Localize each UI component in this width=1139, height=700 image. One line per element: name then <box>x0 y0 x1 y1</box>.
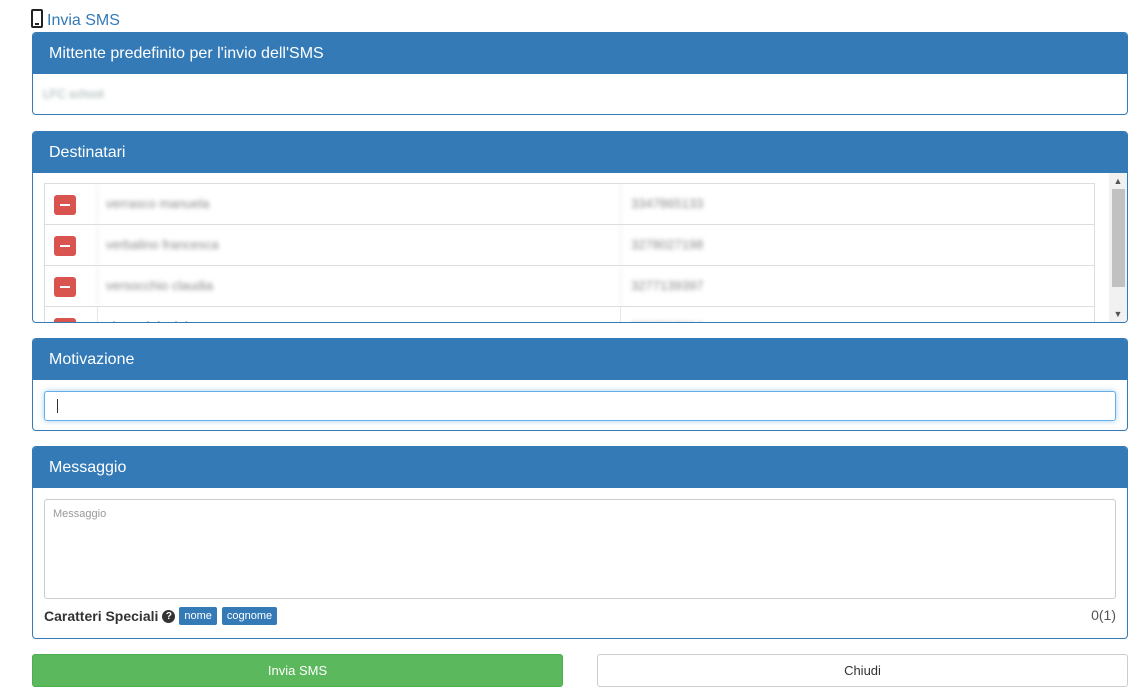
recipient-number: 3347865133 <box>631 196 704 211</box>
minus-icon <box>60 286 70 288</box>
tag-cognome[interactable]: cognome <box>221 607 278 625</box>
scroll-down-icon[interactable]: ▼ <box>1109 306 1127 322</box>
sender-panel: Mittente predefinito per l'invio dell'SM… <box>32 32 1128 115</box>
motivation-input[interactable] <box>44 391 1116 421</box>
table-row: versocchio claudia 3277139397 <box>45 266 1094 307</box>
table-row: verbalino francesca 3278027198 <box>45 225 1094 266</box>
message-textarea[interactable] <box>44 499 1116 599</box>
scrollbar-thumb[interactable] <box>1112 189 1125 287</box>
table-row: verrasco manuela 3347865133 <box>45 184 1094 225</box>
recipients-panel-heading: Destinatari <box>33 132 1127 173</box>
remove-recipient-button[interactable] <box>54 277 76 297</box>
minus-icon <box>60 204 70 206</box>
motivation-panel: Motivazione <box>32 338 1128 431</box>
table-row: visconti daniela 3332262614 <box>45 307 1094 322</box>
recipient-number: 3277139397 <box>631 278 704 293</box>
recipient-name: verrasco manuela <box>97 184 621 224</box>
send-sms-button[interactable]: Invia SMS <box>32 654 563 687</box>
special-characters: Caratteri Speciali ? nome cognome <box>44 606 282 626</box>
question-circle-icon[interactable]: ? <box>162 609 176 623</box>
minus-icon <box>60 245 70 247</box>
recipients-scrollbar[interactable]: ▲ ▼ <box>1109 173 1127 322</box>
text-caret <box>57 399 58 413</box>
mobile-phone-icon <box>31 9 43 28</box>
remove-recipient-button[interactable] <box>54 236 76 256</box>
recipient-name: versocchio claudia <box>97 266 621 306</box>
message-panel-heading: Messaggio <box>33 447 1127 488</box>
scroll-up-icon[interactable]: ▲ <box>1109 173 1127 189</box>
recipients-panel: Destinatari verrasco manuela 3347865133 … <box>32 131 1128 323</box>
close-button[interactable]: Chiudi <box>597 654 1128 687</box>
remove-recipient-button[interactable] <box>54 195 76 215</box>
tag-nome[interactable]: nome <box>179 607 217 625</box>
recipient-number: 3278027198 <box>631 237 704 252</box>
special-characters-label: Caratteri Speciali <box>44 608 159 624</box>
page-title-link[interactable]: Invia SMS <box>47 13 120 29</box>
character-counter: 0(1) <box>1091 607 1116 623</box>
remove-recipient-button[interactable] <box>54 318 76 322</box>
recipient-name: visconti daniela <box>97 307 621 322</box>
recipients-table: verrasco manuela 3347865133 verbalino fr… <box>44 183 1095 322</box>
recipient-name: verbalino francesca <box>97 225 621 265</box>
message-panel: Messaggio Caratteri Speciali ? nome cogn… <box>32 446 1128 639</box>
sender-value: LFC school <box>43 87 104 101</box>
page-title: Invia SMS <box>31 5 120 31</box>
recipient-number: 3332262614 <box>621 307 778 322</box>
sender-panel-heading: Mittente predefinito per l'invio dell'SM… <box>33 33 1127 74</box>
motivation-panel-heading: Motivazione <box>33 339 1127 380</box>
